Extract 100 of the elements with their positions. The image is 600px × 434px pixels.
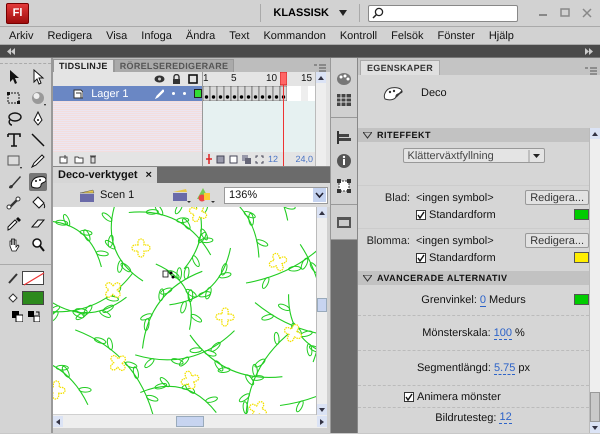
- section-header[interactable]: RITEFFEKT: [358, 128, 589, 142]
- color-swatch[interactable]: [574, 294, 589, 305]
- swap-colors-icon[interactable]: [28, 311, 40, 322]
- color-swatch[interactable]: [574, 252, 589, 263]
- menu-item[interactable]: Kontroll: [340, 30, 384, 42]
- onion-markers-icon[interactable]: [255, 154, 264, 164]
- pencil-icon[interactable]: [28, 152, 46, 170]
- unit-label: %: [515, 327, 525, 339]
- text-tool-icon[interactable]: [4, 131, 22, 149]
- stroke-color-swatch[interactable]: [22, 271, 44, 285]
- visibility-dot[interactable]: [172, 92, 175, 95]
- eyedropper-icon[interactable]: [4, 215, 22, 233]
- menu-item[interactable]: Kommandon: [263, 30, 333, 42]
- effect-dropdown[interactable]: Klätterväxtfyllning: [402, 148, 544, 163]
- expand-icon[interactable]: [584, 48, 594, 54]
- zoom-dropdown[interactable]: 136%: [224, 186, 328, 204]
- value-field[interactable]: 100: [494, 326, 512, 340]
- frame-rate: 24,0: [295, 154, 313, 164]
- value-field[interactable]: 0: [480, 294, 486, 306]
- scroll-right-arrow[interactable]: [317, 416, 327, 427]
- menu-item[interactable]: Arkiv: [9, 30, 40, 42]
- section-header[interactable]: AVANCERADE ALTERNATIV: [358, 271, 589, 285]
- checkbox[interactable]: [416, 252, 426, 262]
- section-title: RITEFFEKT: [377, 130, 431, 140]
- properties-tab[interactable]: EGENSKAPER: [360, 60, 440, 75]
- layer-row[interactable]: Lager 1: [53, 86, 202, 101]
- scroll-thumb[interactable]: [176, 416, 204, 427]
- dropdown-arrow-icon: [528, 150, 542, 162]
- field-label: Mönsterskala:: [422, 327, 491, 339]
- paint-bucket-icon: [7, 292, 19, 304]
- bone-icon[interactable]: [4, 194, 22, 212]
- new-layer-icon[interactable]: [59, 154, 69, 164]
- menu-item[interactable]: Text: [229, 30, 256, 42]
- scroll-thumb[interactable]: [317, 298, 327, 312]
- workspace-dropdown[interactable]: KLASSISK: [269, 5, 351, 21]
- layer-color-swatch[interactable]: [194, 89, 202, 98]
- current-frame: 12: [268, 154, 278, 164]
- edit-multiple-frames-icon[interactable]: [242, 154, 251, 164]
- scene-clapper-icon: [79, 188, 95, 202]
- unit-label: px: [518, 362, 530, 374]
- checkbox[interactable]: [404, 392, 414, 402]
- field-label: Blomma:: [366, 234, 410, 246]
- panel-menu-icon[interactable]: [314, 64, 326, 72]
- outline-icon[interactable]: [188, 74, 198, 84]
- fill-color-swatch[interactable]: [22, 291, 44, 305]
- free-transform-icon[interactable]: [4, 89, 22, 107]
- line-icon[interactable]: [28, 131, 46, 149]
- panel-tab[interactable]: TIDSLINJE: [53, 59, 114, 72]
- frame-number: 10: [266, 73, 278, 84]
- edit-button[interactable]: Redigera...: [525, 190, 589, 205]
- search-icon: [372, 7, 384, 19]
- scroll-left-arrow[interactable]: [53, 416, 63, 427]
- trash-icon[interactable]: [89, 154, 97, 164]
- playhead-marker[interactable]: [280, 72, 287, 166]
- align-icon[interactable]: [336, 130, 352, 144]
- onion-skin-icon[interactable]: [216, 154, 225, 164]
- transform-icon[interactable]: [336, 178, 352, 194]
- unit-label: Medurs: [489, 294, 526, 306]
- grid-icon[interactable]: [336, 93, 352, 107]
- scene-label[interactable]: Scen 1: [100, 189, 134, 201]
- deco-tool-icon[interactable]: [28, 173, 46, 191]
- new-folder-icon[interactable]: [74, 154, 84, 164]
- symbol-value: <ingen symbol>: [416, 192, 495, 204]
- panel-menu-icon[interactable]: [585, 67, 597, 75]
- scroll-thumb[interactable]: [590, 392, 600, 422]
- eye-icon[interactable]: [154, 75, 165, 83]
- close-tab-button[interactable]: ×: [145, 169, 152, 181]
- library-icon[interactable]: [336, 215, 352, 229]
- edit-scene-icon[interactable]: [172, 187, 192, 203]
- caret-icon: [339, 10, 347, 16]
- menu-item[interactable]: Visa: [106, 30, 134, 42]
- menu-item[interactable]: Infoga: [141, 30, 179, 42]
- app-logo: Fl: [6, 2, 29, 24]
- default-colors-icon[interactable]: [12, 311, 22, 322]
- menu-item[interactable]: Ändra: [186, 30, 222, 42]
- field-label: Grenvinkel:: [421, 294, 477, 306]
- onion-outline-icon[interactable]: [229, 154, 238, 164]
- center-frame-icon[interactable]: [206, 154, 212, 164]
- search-field[interactable]: [368, 4, 518, 22]
- menu-item[interactable]: Fönster: [438, 30, 482, 42]
- lock-dot[interactable]: [182, 92, 186, 95]
- checkbox[interactable]: [416, 210, 426, 220]
- frame-number: 5: [231, 73, 237, 84]
- lock-icon[interactable]: [172, 74, 181, 84]
- document-tab[interactable]: Deco-verktyget ×: [53, 167, 157, 183]
- edit-symbols-icon[interactable]: [196, 187, 216, 203]
- menu-item[interactable]: Felsök: [391, 30, 431, 42]
- palette-icon[interactable]: [336, 72, 352, 86]
- menu-item[interactable]: Redigera: [47, 30, 100, 42]
- pencil-icon: [7, 272, 19, 284]
- color-swatch[interactable]: [574, 209, 589, 220]
- collapse-icon[interactable]: [6, 48, 16, 54]
- value-field[interactable]: 12: [499, 411, 512, 424]
- field-label: Segmentlängd:: [416, 362, 491, 374]
- checkbox-label: Standardform: [429, 252, 496, 264]
- document-title: Deco-verktyget: [58, 169, 138, 181]
- menu-item[interactable]: Hjälp: [488, 30, 521, 42]
- value-field[interactable]: 5.75: [494, 362, 516, 374]
- edit-button[interactable]: Redigera...: [525, 233, 589, 248]
- info-icon[interactable]: [336, 153, 352, 169]
